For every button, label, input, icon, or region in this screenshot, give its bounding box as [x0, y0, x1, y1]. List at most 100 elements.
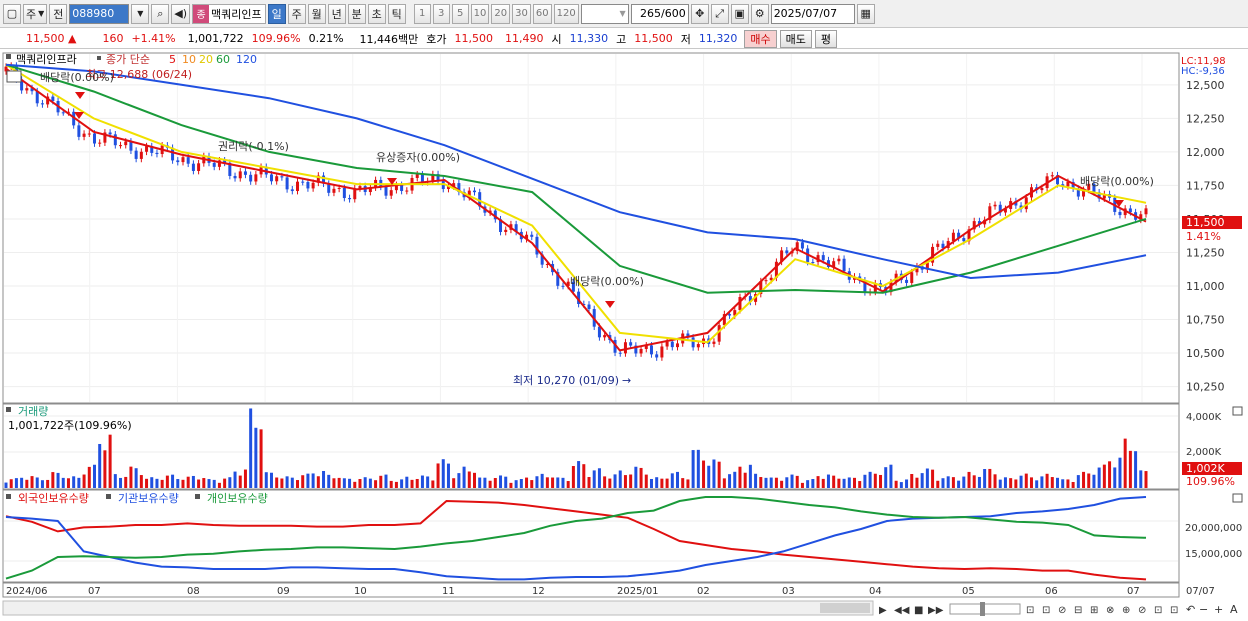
search-icon[interactable]: ⌕	[151, 3, 170, 24]
zoom-slider-thumb[interactable]	[980, 602, 985, 616]
table-icon[interactable]	[6, 70, 22, 83]
volume-close-icon[interactable]	[1232, 406, 1243, 416]
text-size-icon[interactable]: A	[1230, 603, 1238, 616]
volume-bar	[103, 450, 107, 488]
code-dropdown-icon[interactable]: ▼	[131, 3, 150, 24]
volume-bar	[25, 479, 29, 488]
horizontal-scrollbar[interactable]	[2, 600, 874, 616]
period-year[interactable]: 년	[327, 3, 346, 24]
candle-body	[186, 157, 190, 164]
gear-icon[interactable]: ⚙	[750, 3, 769, 24]
volume-bar	[82, 474, 86, 488]
period-month[interactable]: 월	[307, 3, 326, 24]
x-label-02: 02	[697, 586, 710, 597]
prev-button[interactable]: 전	[49, 3, 68, 24]
candle-body	[87, 133, 91, 135]
date-input[interactable]: 2025/07/07	[770, 3, 855, 24]
play-icon[interactable]: ▶	[879, 605, 887, 616]
tool-icon-4[interactable]: ⊟	[1074, 605, 1082, 616]
undo-icon[interactable]: ↶	[1186, 603, 1195, 616]
tool-icon-1[interactable]: ⊡	[1026, 605, 1034, 616]
volume-bar	[405, 476, 409, 488]
expand-icon[interactable]: ⤢	[710, 3, 729, 24]
tool-icon-7[interactable]: ⊕	[1122, 605, 1130, 616]
candle-body	[1144, 208, 1148, 215]
volume-bar	[535, 476, 539, 488]
volume-bar	[1102, 464, 1106, 488]
tool-icon-2[interactable]: ⊡	[1042, 605, 1050, 616]
forward-icon[interactable]: ▶▶	[928, 605, 944, 616]
candle-body	[51, 96, 55, 102]
interval-5[interactable]: 5	[451, 3, 469, 24]
interval-30[interactable]: 30	[512, 3, 531, 24]
stock-name-box[interactable]: 종 맥쿼리인프	[192, 3, 266, 24]
scroll-thumb[interactable]	[820, 603, 870, 613]
interval-3[interactable]: 3	[432, 3, 450, 24]
volume-bar	[51, 472, 55, 488]
sell-button[interactable]: 매도	[779, 29, 812, 48]
candle-body	[400, 184, 404, 191]
period-minute[interactable]: 분	[347, 3, 366, 24]
price-panel: 10,250 10,500 10,750 11,000 11,250 11,500 11,7…	[2, 52, 1242, 404]
period-week[interactable]: 주	[287, 3, 306, 24]
volume-bar	[800, 482, 804, 488]
tool-icon-8[interactable]: ⊘	[1138, 605, 1146, 616]
chart-svg[interactable]: 10,250 10,500 10,750 11,000 11,250 11,500 11,7…	[0, 50, 1248, 621]
crosshair-icon[interactable]: ✥	[690, 3, 709, 24]
code-input[interactable]: 088980	[69, 3, 130, 24]
rewind-icon[interactable]: ◀◀	[894, 605, 910, 616]
interval-1[interactable]: 1	[413, 3, 431, 24]
count-input[interactable]: 265/600	[630, 3, 689, 24]
zoom-in-icon[interactable]: +	[1214, 603, 1223, 616]
calendar-icon[interactable]: ▦	[856, 3, 875, 24]
period-second[interactable]: 초	[367, 3, 386, 24]
volume-bar	[139, 475, 143, 488]
volume-bar	[113, 474, 117, 488]
holdings-ytick-15m: 15,000,000	[1185, 549, 1242, 560]
window-icon[interactable]: ▢	[3, 3, 21, 24]
type-selector[interactable]: 주 ▼	[23, 3, 48, 24]
period-tick[interactable]: 틱	[387, 3, 406, 24]
interval-10[interactable]: 10	[470, 3, 490, 24]
volume-bar	[983, 469, 987, 488]
stop-icon[interactable]: ■	[914, 605, 923, 616]
volume-bar	[1009, 478, 1013, 488]
volume-bar	[1118, 457, 1122, 488]
volume-bar	[176, 479, 180, 488]
volume-bar	[290, 477, 294, 488]
period-day[interactable]: 일	[267, 3, 286, 24]
interval-120[interactable]: 120	[553, 3, 579, 24]
price-ytick-label: 12,000	[1186, 146, 1225, 159]
tool-icon-3[interactable]: ⊘	[1058, 605, 1066, 616]
extra-button[interactable]: 평	[814, 29, 838, 48]
candle-body	[655, 354, 659, 358]
tool-icon-9[interactable]: ⊡	[1154, 605, 1162, 616]
volume-bar	[1061, 479, 1065, 488]
interval-custom-input[interactable]: ▼	[580, 3, 629, 24]
zoom-out-icon[interactable]: −	[1199, 603, 1208, 616]
volume-bar	[249, 408, 253, 488]
save-icon[interactable]: ▣	[730, 3, 749, 24]
tool-icon-10[interactable]: ⊡	[1170, 605, 1178, 616]
tool-icon-5[interactable]: ⊞	[1090, 605, 1098, 616]
volume-value: 1,001,722	[187, 32, 244, 45]
volume-bar	[774, 477, 778, 488]
candle-body	[415, 174, 419, 178]
interval-20[interactable]: 20	[491, 3, 511, 24]
candle-body	[535, 236, 539, 255]
candle-body	[124, 141, 128, 146]
volume-bar	[931, 469, 935, 488]
tool-icon-6[interactable]: ⊗	[1106, 605, 1114, 616]
interval-60[interactable]: 60	[532, 3, 552, 24]
volume-bar	[368, 478, 372, 488]
buy-button[interactable]: 매수	[744, 29, 777, 48]
volume-bar	[191, 475, 195, 488]
speaker-icon[interactable]: ◀)	[171, 3, 191, 24]
volume-bar	[243, 469, 247, 488]
holdings-close-icon[interactable]	[1232, 493, 1243, 503]
candle-body	[327, 183, 331, 193]
candle-body	[113, 134, 117, 146]
chart-area[interactable]: 10,250 10,500 10,750 11,000 11,250 11,500 11,7…	[0, 50, 1248, 621]
candle-body	[92, 133, 96, 144]
candle-body	[108, 132, 112, 135]
